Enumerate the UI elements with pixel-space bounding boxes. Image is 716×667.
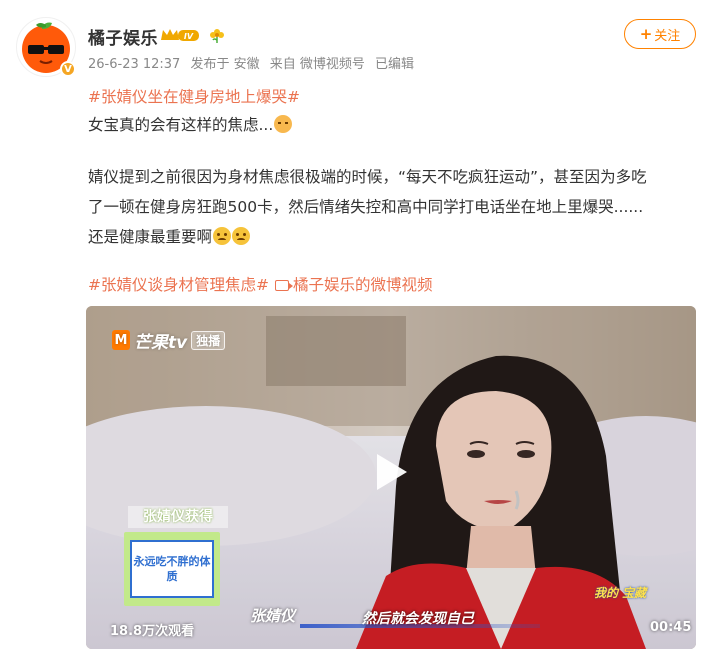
exclusive-tag: 独播 [191, 330, 226, 350]
crown-level-icon: IV [161, 29, 199, 41]
cat-emoji-icon [274, 115, 293, 133]
level-badge-text: IV [184, 32, 194, 41]
video-duration: 00:45 [650, 620, 692, 635]
paragraph-text: 还是健康最重要啊 [88, 228, 213, 246]
post-edited[interactable]: 已编辑 [375, 57, 414, 72]
post-tags-line: #张婧仪谈身材管理焦虑# 橘子娱乐的微博视频 [88, 270, 433, 300]
mango-logo-text: 芒果tv [134, 332, 188, 353]
post-paragraph: 婧仪提到之前很因为身材焦虑很极端的时候，“每天不吃疯狂运动”，甚至因为多吃 了一… [88, 162, 698, 252]
mango-tv-logo: M 芒果tv 独播 [112, 327, 226, 353]
flower-icon [210, 29, 224, 43]
post-source[interactable]: 来自 微博视频号 [270, 57, 365, 72]
follow-label: 关注 [654, 28, 681, 44]
show-corner-logo: 我的 宝藏 [594, 586, 647, 600]
sad-emoji-icon [232, 227, 251, 245]
follow-button[interactable]: + 关注 [624, 19, 696, 49]
paragraph-line: 婧仪提到之前很因为身材焦虑很极端的时候，“每天不吃疯狂运动”，甚至因为多吃 [88, 168, 647, 186]
overlay-caption-box: 张婧仪获得 永远吃不胖的体质 [120, 506, 230, 608]
post-text-line: 女宝真的会有这样的焦虑... [88, 110, 293, 140]
post-meta: 26-6-23 12:37 发布于 安徽 来自 微博视频号 已编辑 [88, 53, 420, 72]
play-icon[interactable] [371, 452, 411, 492]
plus-icon: + [639, 25, 653, 43]
subtitle-text: 然后就会发现自己 [362, 611, 474, 627]
video-source-link[interactable]: 橘子娱乐的微博视频 [293, 276, 433, 294]
hashtag-link[interactable]: #张婧仪坐在健身房地上爆哭# [88, 88, 300, 106]
mango-logo-mark: M [112, 330, 130, 350]
sad-emoji-icon [213, 227, 232, 245]
paragraph-line: 了一顿在健身房狂跑500卡，然后情绪失控和高中同学打电话坐在地上里爆哭.....… [88, 198, 644, 216]
view-count: 18.8万次观看 [110, 624, 195, 639]
hashtag-link[interactable]: #张婧仪谈身材管理焦虑# [88, 276, 269, 294]
overlay-title: 张婧仪获得 [128, 506, 228, 528]
video-link-icon [274, 280, 293, 291]
avatar[interactable]: V [16, 17, 76, 77]
overlay-card: 永远吃不胖的体质 [130, 540, 214, 598]
post-title-line: #张婧仪坐在健身房地上爆哭# [88, 82, 300, 112]
paragraph-line-last: 还是健康最重要啊 [88, 222, 698, 252]
post-date[interactable]: 26-6-23 12:37 [88, 57, 180, 72]
weibo-post-card: V 橘子娱乐 IV 26-6-23 12:37 发布于 安徽 来自 微博视频号 … [0, 0, 716, 667]
verified-badge: V [60, 61, 76, 77]
post-text: 女宝真的会有这样的焦虑... [88, 116, 274, 134]
post-location: 发布于 安徽 [190, 57, 260, 72]
subtitle-speaker: 张婧仪 [250, 607, 296, 625]
username[interactable]: 橘子娱乐 [88, 24, 158, 49]
